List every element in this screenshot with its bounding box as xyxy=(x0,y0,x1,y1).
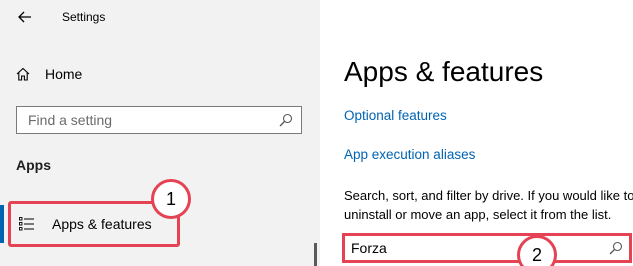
search-icon[interactable] xyxy=(609,241,623,255)
search-icon[interactable] xyxy=(279,113,293,127)
list-icon xyxy=(19,216,35,232)
home-label: Home xyxy=(45,66,83,82)
search-description: Search, sort, and filter by drive. If yo… xyxy=(344,188,633,222)
search-input[interactable]: Find a setting xyxy=(28,112,279,128)
selected-indicator xyxy=(0,205,4,243)
sidebar-item-home[interactable]: Home xyxy=(16,63,82,85)
sidebar-scrollbar[interactable] xyxy=(314,243,317,266)
app-execution-aliases-link[interactable]: App execution aliases xyxy=(344,147,475,162)
home-icon xyxy=(16,66,32,82)
app-list-search[interactable]: Forza xyxy=(342,233,632,263)
sidebar-item-label: Apps & features xyxy=(52,216,152,232)
back-button[interactable] xyxy=(14,6,36,28)
sidebar: Settings Home Find a setting Apps Apps &… xyxy=(0,0,320,266)
section-heading-apps: Apps xyxy=(16,157,51,173)
page-title: Apps & features xyxy=(344,56,544,87)
annotation-badge-1: 1 xyxy=(151,179,191,219)
window-title: Settings xyxy=(62,10,106,24)
find-setting-search[interactable]: Find a setting xyxy=(16,106,302,134)
back-arrow-icon xyxy=(18,11,31,23)
app-search-input[interactable]: Forza xyxy=(351,240,609,256)
optional-features-link[interactable]: Optional features xyxy=(344,108,447,123)
main-content: Apps & features Optional features App ex… xyxy=(320,0,633,266)
